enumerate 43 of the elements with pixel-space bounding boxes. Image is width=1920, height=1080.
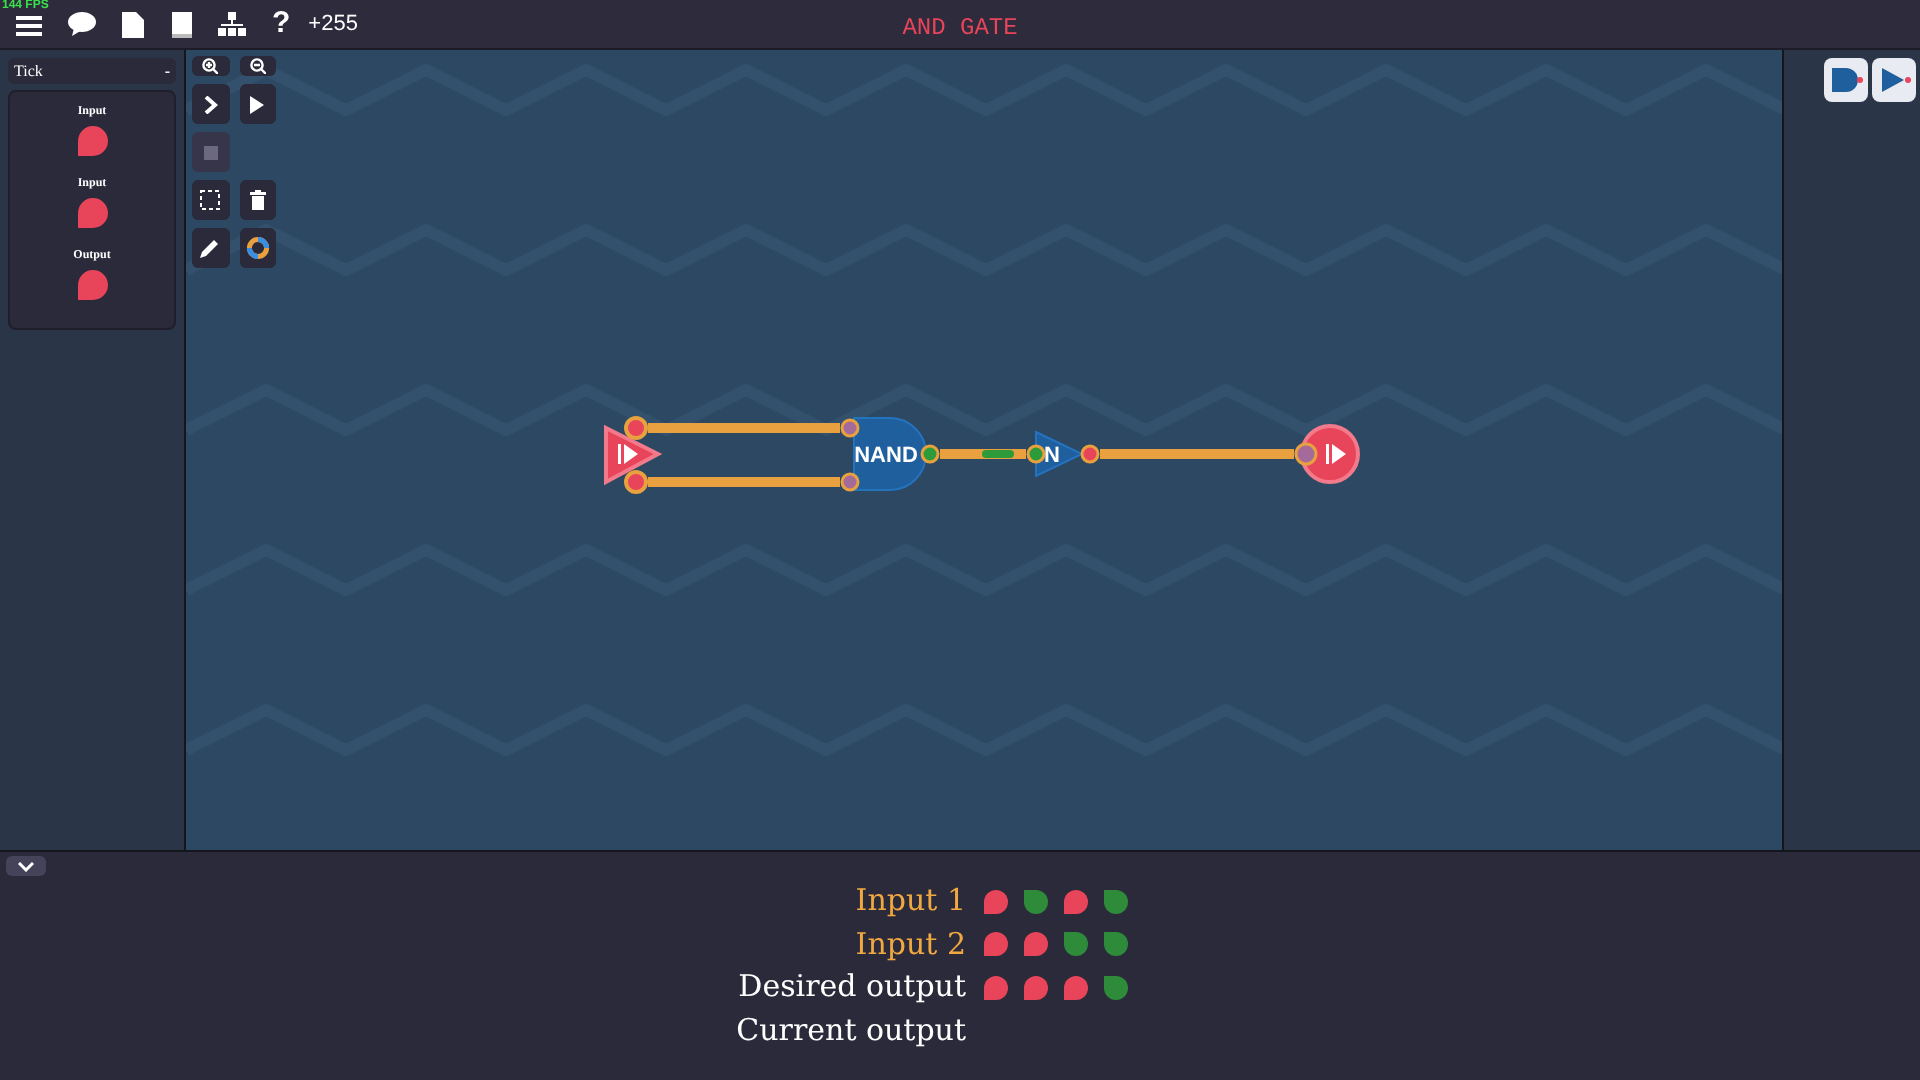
stop-icon <box>203 145 218 159</box>
io-state-toggle[interactable] <box>77 198 107 228</box>
step-button[interactable] <box>192 84 229 124</box>
chat-icon[interactable] <box>68 12 96 36</box>
zoom-out-button[interactable] <box>239 56 276 76</box>
play-icon <box>250 95 265 113</box>
row-label: Input 2 <box>853 923 966 965</box>
output-node-icon[interactable] <box>1294 424 1360 484</box>
ring-icon <box>245 236 270 260</box>
tick-dropdown[interactable]: Tick - <box>8 58 176 84</box>
pencil-button[interactable] <box>192 228 229 268</box>
row-label: Desired output <box>736 966 966 1008</box>
nand-gate-icon <box>1828 66 1864 94</box>
zoom-out-icon <box>249 58 266 74</box>
chevron-right-icon <box>203 95 218 113</box>
level-title: AND GATE <box>902 12 1018 46</box>
row-label: Input 1 <box>853 880 966 922</box>
trash-icon <box>249 190 266 210</box>
help-button[interactable]: ? <box>272 1 291 47</box>
delete-button[interactable] <box>239 180 276 220</box>
play-button[interactable] <box>239 84 276 124</box>
nand-gate-part-button[interactable] <box>1824 58 1868 102</box>
collapse-button[interactable] <box>6 856 46 876</box>
menu-icon[interactable] <box>16 14 42 38</box>
not-gate-icon <box>1876 66 1912 94</box>
selection-icon <box>200 190 221 210</box>
input-wire[interactable] <box>648 477 840 487</box>
input-wire[interactable] <box>648 423 840 433</box>
hierarchy-icon[interactable] <box>218 12 246 36</box>
zoom-in-button[interactable] <box>192 56 229 76</box>
color-wheel-button[interactable] <box>239 228 276 268</box>
zoom-in-icon <box>202 58 219 74</box>
row-label: Current output <box>734 1009 966 1051</box>
pencil-icon <box>200 238 221 258</box>
not-gate-part-button[interactable] <box>1872 58 1916 102</box>
io-state-toggle[interactable] <box>77 270 107 300</box>
select-button[interactable] <box>192 180 229 220</box>
chevron-down-icon <box>18 861 34 871</box>
io-state-toggle[interactable] <box>77 126 107 156</box>
book-icon[interactable] <box>170 11 192 37</box>
score-counter: +255 <box>308 9 358 40</box>
document-icon[interactable] <box>122 11 144 37</box>
input-node[interactable] <box>604 416 663 494</box>
